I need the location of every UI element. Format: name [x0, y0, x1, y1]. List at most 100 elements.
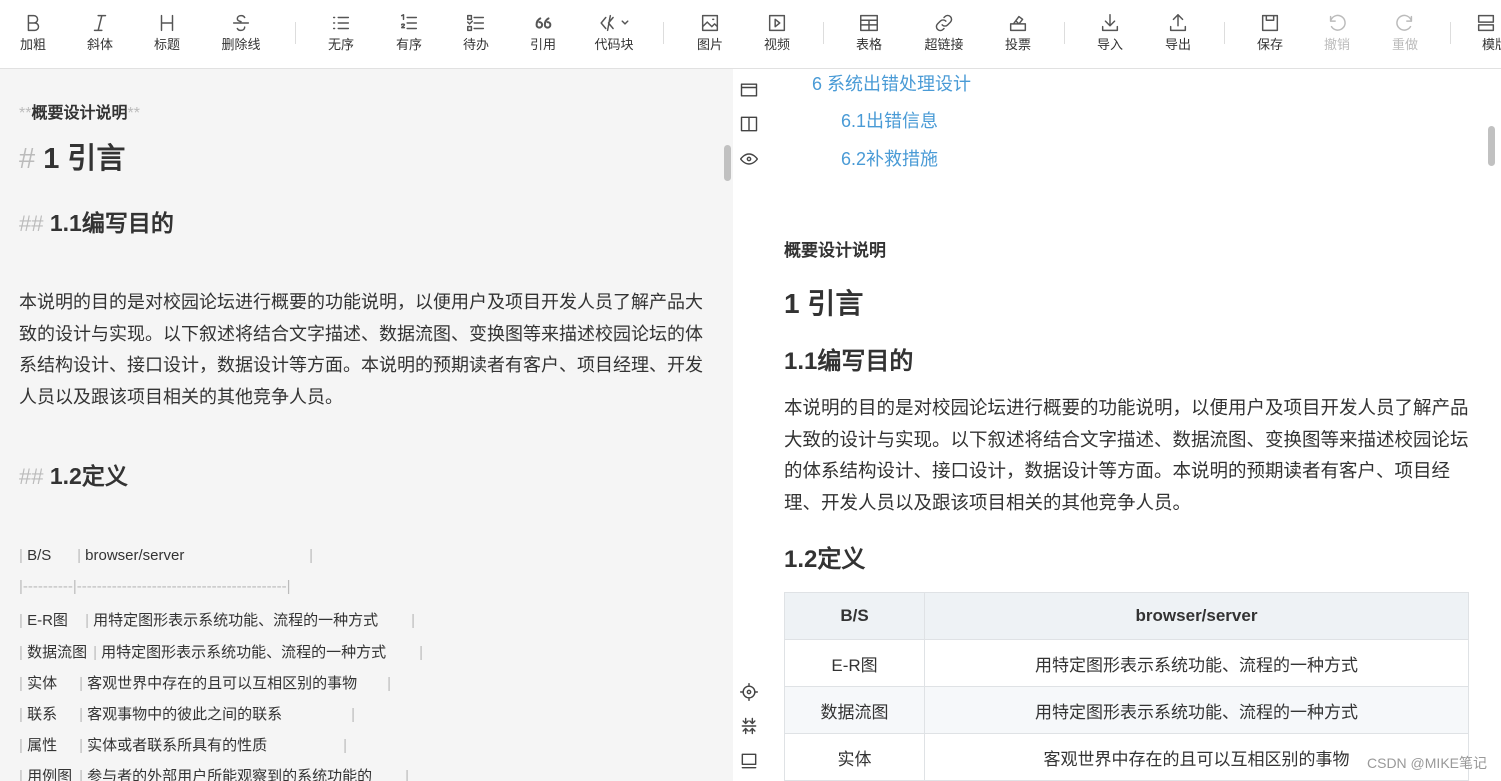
link-button[interactable]: 超链接	[914, 8, 974, 52]
md-separator-dashes: ----------	[22, 578, 73, 595]
import-icon	[1101, 14, 1119, 32]
code-block-button[interactable]: 代码块	[584, 8, 644, 52]
md-cell-desc: 用特定图形表示系统功能、流程的一种方式	[93, 612, 379, 629]
import-button[interactable]: 导入	[1080, 8, 1140, 52]
template-label: 模版	[1482, 37, 1501, 52]
heading-label: 标题	[153, 37, 180, 52]
save-label: 保存	[1256, 37, 1283, 52]
md-cell-term: 实体	[27, 675, 58, 692]
video-button[interactable]: 视频	[747, 8, 807, 52]
split-view-icon	[740, 116, 758, 132]
md-heading-mark: ##	[19, 464, 44, 489]
preview-scrollbar[interactable]	[1488, 126, 1495, 166]
preview-eye-icon	[739, 153, 759, 165]
export-icon	[1169, 14, 1187, 32]
md-table-row: | E-R图 | 用特定图形表示系统功能、流程的一种方式 |	[19, 609, 415, 630]
editor-only-icon	[740, 83, 758, 97]
md-bold-mark: **	[127, 105, 140, 122]
toolbar-divider	[1224, 22, 1225, 44]
preview-only-button[interactable]	[737, 147, 761, 171]
editor-only-button[interactable]	[737, 78, 761, 102]
table-button[interactable]: 表格	[839, 8, 899, 52]
table-header-cell: B/S	[784, 592, 925, 640]
template-button[interactable]: 模版	[1466, 8, 1501, 52]
watermark-text: CSDN @MIKE笔记	[1367, 755, 1487, 771]
bold-button[interactable]: 加粗	[3, 8, 63, 52]
split-view-button[interactable]	[737, 112, 761, 136]
quote-button[interactable]: 引用	[513, 8, 573, 52]
table-icon	[860, 14, 878, 32]
table-header-cell: browser/server	[924, 592, 1469, 640]
strikethrough-label: 删除线	[221, 37, 261, 52]
locate-button[interactable]	[737, 680, 761, 704]
md-table-row: | B/S | browser/server |	[19, 547, 314, 564]
toolbar-divider	[295, 22, 296, 44]
table-cell-desc: 用特定图形表示系统功能、流程的一种方式	[924, 686, 1469, 734]
ordered-list-label: 有序	[395, 37, 422, 52]
video-label: 视频	[763, 37, 790, 52]
code-block-label: 代码块	[594, 37, 634, 52]
heading-button[interactable]: 标题	[137, 8, 197, 52]
toolbar-divider	[1064, 22, 1065, 44]
md-cell-term: 用例图	[27, 768, 73, 781]
editor-scrollbar[interactable]	[724, 145, 731, 181]
table-label: 表格	[855, 37, 882, 52]
md-table-row: | 数据流图 | 用特定图形表示系统功能、流程的一种方式 |	[19, 641, 423, 662]
toolbar-divider	[663, 22, 664, 44]
todo-list-label: 待办	[462, 37, 489, 52]
video-icon	[768, 14, 786, 32]
md-table-row: | 用例图 | 参与者的外部用户所能观察到的系统功能的 |	[19, 765, 409, 781]
md-cell-term: 联系	[27, 706, 58, 723]
md-table-row: | 联系 | 客观事物中的彼此之间的联系 |	[19, 703, 355, 724]
italic-label: 斜体	[86, 37, 113, 52]
image-icon	[701, 14, 719, 32]
import-label: 导入	[1096, 37, 1123, 52]
md-cell-desc: 客观事物中的彼此之间的联系	[87, 706, 283, 723]
table-cell-term: 实体	[784, 733, 925, 781]
redo-icon	[1396, 14, 1413, 31]
italic-button[interactable]: 斜体	[70, 8, 130, 52]
unordered-list-label: 无序	[327, 37, 354, 52]
vote-label: 投票	[1004, 37, 1031, 52]
editor-h2-definition: ## 1.2定义	[19, 457, 128, 491]
table-row: 实体 客观世界中存在的且可以互相区别的事物	[784, 733, 1469, 781]
toc-link[interactable]: 6 系统出错处理设计	[812, 70, 971, 96]
markdown-editor[interactable]: **概要设计说明** # 1 引言 ## 1.1编写目的 本说明的目的是对校园论…	[0, 69, 733, 781]
toc-link[interactable]: 6.2补救措施	[841, 145, 938, 171]
strikethrough-icon	[232, 14, 250, 32]
sync-scroll-button[interactable]	[737, 714, 761, 738]
image-button[interactable]: 图片	[680, 8, 740, 52]
locate-icon	[739, 682, 759, 702]
vote-icon	[1009, 15, 1027, 32]
fullscreen-button[interactable]	[737, 749, 761, 773]
strikethrough-button[interactable]: 删除线	[211, 8, 271, 52]
table-cell-term: E-R图	[784, 639, 925, 687]
editor-toolbar: 加粗 斜体 标题 删除线 无序 有序 待办 引用 代码块 图片 视频 表格 超链…	[0, 0, 1501, 69]
markdown-preview: 6 系统出错处理设计 6.1出错信息 6.2补救措施 概要设计说明 1 引言 1…	[763, 69, 1501, 781]
vote-button[interactable]: 投票	[988, 8, 1048, 52]
template-icon	[1477, 14, 1495, 32]
export-button[interactable]: 导出	[1148, 8, 1208, 52]
editor-h2-text: 1.1编写目的	[49, 210, 174, 236]
ordered-list-icon	[400, 14, 418, 30]
preview-h2-purpose: 1.1编写目的	[784, 348, 914, 375]
link-label: 超链接	[924, 37, 964, 52]
editor-h2-purpose: ## 1.1编写目的	[19, 204, 174, 238]
editor-h1: # 1 引言	[19, 135, 125, 177]
md-bold-mark: **	[19, 105, 32, 122]
save-button[interactable]: 保存	[1240, 8, 1300, 52]
unordered-list-button[interactable]: 无序	[311, 8, 371, 52]
md-cell-term: 属性	[27, 737, 58, 754]
code-block-icon	[600, 14, 629, 32]
todo-list-icon	[467, 14, 485, 32]
redo-button[interactable]: 重做	[1375, 8, 1435, 52]
toc-link[interactable]: 6.1出错信息	[841, 107, 938, 133]
undo-button[interactable]: 撤销	[1307, 8, 1367, 52]
editor-paragraph: 本说明的目的是对校园论坛进行概要的功能说明，以便用户及项目开发人员了解产品大致的…	[19, 292, 703, 407]
heading-icon	[160, 14, 174, 32]
bold-label: 加粗	[19, 37, 46, 52]
ordered-list-button[interactable]: 有序	[379, 8, 439, 52]
editor-h1-text: 1 引言	[43, 143, 126, 175]
md-table-separator: |----------|----------------------------…	[19, 578, 291, 595]
todo-list-button[interactable]: 待办	[446, 8, 506, 52]
